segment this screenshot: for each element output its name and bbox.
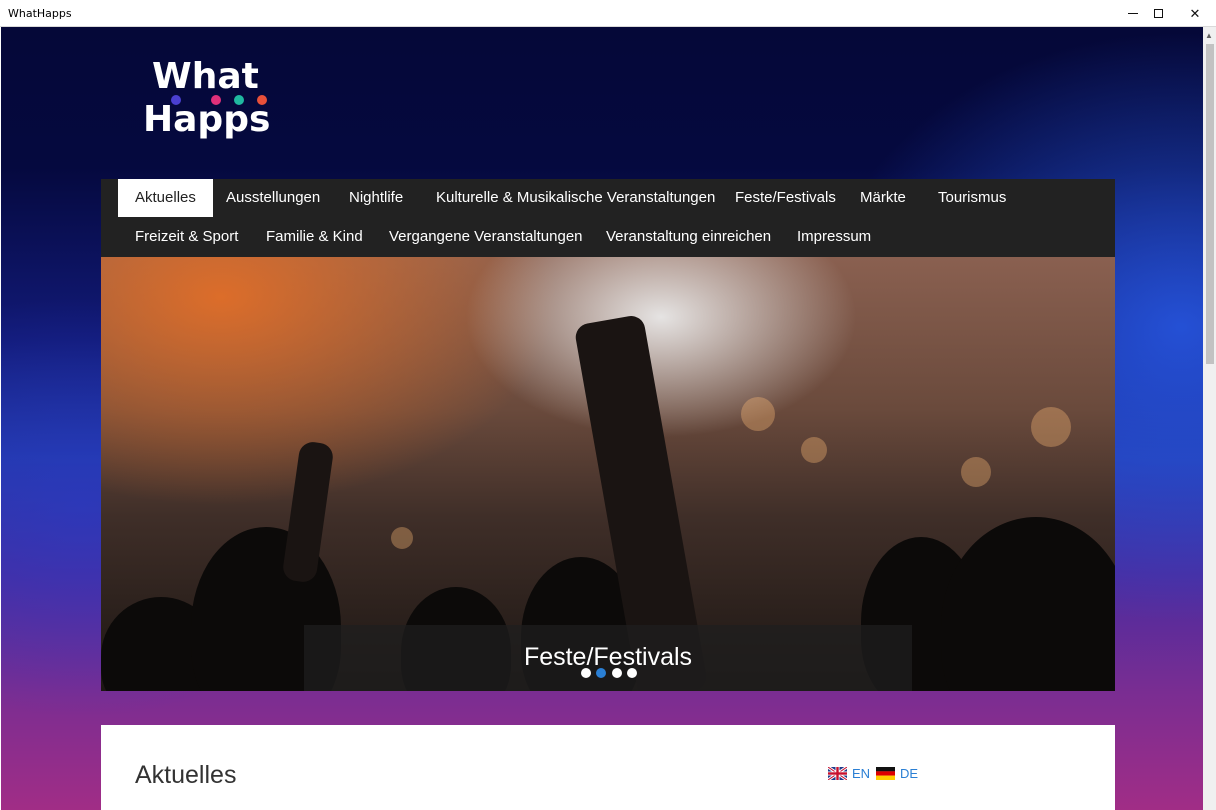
bokeh-light <box>801 437 827 463</box>
language-de-link[interactable]: DE <box>876 765 918 781</box>
nav-item-veranstaltung-einreichen[interactable]: Veranstaltung einreichen <box>589 218 788 256</box>
slider-dot-1[interactable] <box>581 668 591 678</box>
nav-item-maerkte[interactable]: Märkte <box>843 179 923 217</box>
logo-line-happs: Happs <box>143 99 271 140</box>
language-en-link[interactable]: EN <box>828 765 870 781</box>
nav-item-vergangene-veranstaltungen[interactable]: Vergangene Veranstaltungen <box>372 218 600 256</box>
nav-item-freizeit-sport[interactable]: Freizeit & Sport <box>118 218 255 256</box>
whathapps-logo[interactable]: What Happs <box>142 56 282 151</box>
slider-dot-2[interactable] <box>596 668 606 678</box>
nav-item-feste-festivals[interactable]: Feste/Festivals <box>718 179 853 217</box>
nav-item-tourismus[interactable]: Tourismus <box>921 179 1023 217</box>
bokeh-light <box>961 457 991 487</box>
language-de-label: DE <box>900 765 919 781</box>
nav-item-kulturelle-musikalische[interactable]: Kulturelle & Musikalische Veranstaltunge… <box>419 179 732 217</box>
hero-caption-box: Feste/Festivals <box>304 625 912 691</box>
bokeh-light <box>1031 407 1071 447</box>
scrollbar-thumb[interactable] <box>1206 44 1214 364</box>
hero-caption: Feste/Festivals <box>523 643 693 671</box>
slider-dot-3[interactable] <box>612 668 622 678</box>
nav-item-aktuelles[interactable]: Aktuelles <box>118 179 213 217</box>
uk-flag-icon <box>828 766 847 780</box>
window-titlebar: WhatHapps ✕ <box>0 0 1216 27</box>
nav-item-nightlife[interactable]: Nightlife <box>332 179 420 217</box>
nav-item-ausstellungen[interactable]: Ausstellungen <box>209 179 337 217</box>
close-button[interactable]: ✕ <box>1172 0 1216 27</box>
main-navigation: Aktuelles Ausstellungen Nightlife Kultur… <box>101 179 1115 257</box>
bokeh-light <box>391 527 413 549</box>
content-panel: Aktuelles EN DE <box>101 725 1115 810</box>
nav-item-impressum[interactable]: Impressum <box>780 218 888 256</box>
nav-item-familie-kind[interactable]: Familie & Kind <box>249 218 380 256</box>
close-icon: ✕ <box>1189 5 1201 21</box>
raised-arm <box>281 440 335 584</box>
logo-line-what: What <box>152 56 259 97</box>
language-en-label: EN <box>852 765 871 781</box>
page-heading: Aktuelles <box>135 761 237 789</box>
bokeh-light <box>741 397 775 431</box>
germany-flag-icon <box>876 766 895 780</box>
slider-dot-4[interactable] <box>627 668 637 678</box>
hero-slider[interactable]: Feste/Festivals <box>101 257 1115 691</box>
window-title: WhatHapps <box>8 7 72 20</box>
scroll-up-icon[interactable]: ▲ <box>1205 31 1213 40</box>
maximize-icon <box>1153 9 1163 18</box>
crowd-silhouette <box>941 517 1115 691</box>
